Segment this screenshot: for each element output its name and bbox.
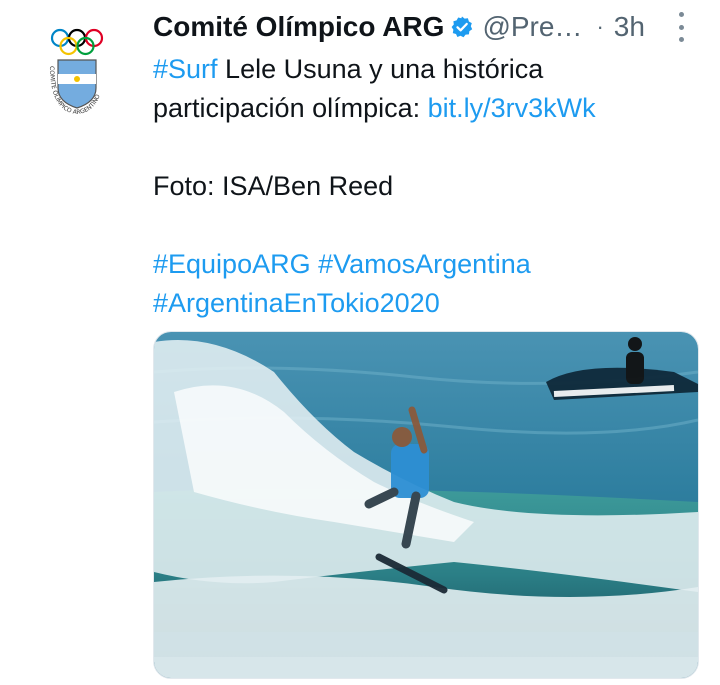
timestamp[interactable]: 3h xyxy=(614,11,645,43)
verified-badge-icon xyxy=(450,15,474,39)
hashtags-line-2[interactable]: #ArgentinaEnTokio2020 xyxy=(153,284,713,323)
separator-dot: · xyxy=(596,14,604,39)
olympic-committee-logo: COMITE OLIMPICO ARGENTINO xyxy=(48,28,104,116)
author-name[interactable]: Comité Olímpico ARG xyxy=(153,11,444,43)
tweet-photo[interactable] xyxy=(153,331,699,679)
photo-credit: Foto: ISA/Ben Reed xyxy=(153,171,394,201)
tweet-line-2-text: participación olímpica: xyxy=(153,93,428,123)
tweet-header: Comité Olímpico ARG @Pre… · 3h xyxy=(153,8,713,46)
tweet-line-1-text: Lele Usuna y una histórica xyxy=(217,54,544,84)
tweet-line-1: #Surf Lele Usuna y una histórica xyxy=(153,50,713,89)
tweet-line-2: participación olímpica: bit.ly/3rv3kWk xyxy=(153,89,713,128)
article-link[interactable]: bit.ly/3rv3kWk xyxy=(428,93,596,123)
avatar[interactable]: COMITE OLIMPICO ARGENTINO xyxy=(22,8,132,118)
hashtags-line-1[interactable]: #EquipoARG #VamosArgentina xyxy=(153,245,713,284)
tweet-text: #Surf Lele Usuna y una histórica partici… xyxy=(153,50,713,323)
surf-photo-image xyxy=(154,332,698,678)
author-handle[interactable]: @Pre… xyxy=(482,11,582,43)
hashtag-surf[interactable]: #Surf xyxy=(153,54,218,84)
more-vertical-icon[interactable] xyxy=(674,12,688,42)
